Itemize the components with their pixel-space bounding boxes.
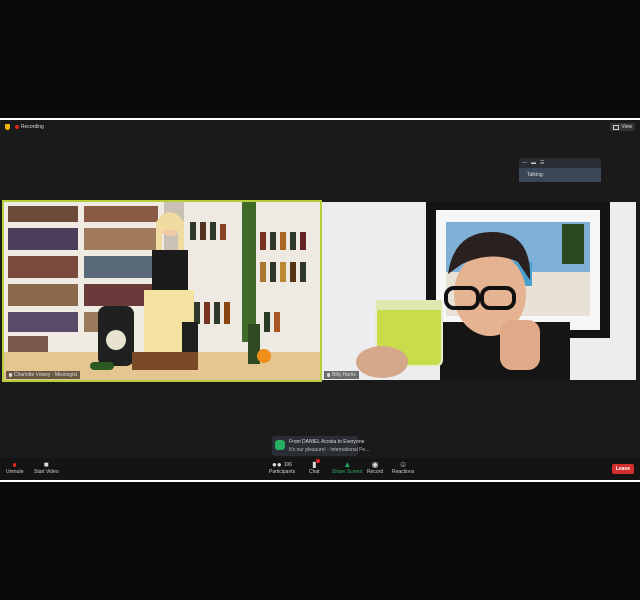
chat-label: Chat [309,469,320,475]
chat-notification[interactable]: From DANIEL Acosta to Everyone It's our … [272,436,369,456]
security-shield-icon[interactable] [5,124,10,130]
reactions-button[interactable]: ☺ Reactions [392,460,414,475]
reactions-icon: ☺ [399,460,408,469]
unmute-label: Unmute [6,469,24,475]
participants-button[interactable]: ●● 106 Participants [269,460,295,475]
participant-nametag: Charlotte Voisey - Mixologist [6,371,81,379]
chat-bubble-icon [275,440,285,450]
talking-indicator: Talking: [519,168,601,182]
video-feed-billy [322,202,636,380]
microphone-icon [327,373,330,377]
recording-dot-icon [15,125,19,129]
minimize-icon[interactable]: — [522,160,527,166]
participants-label: Participants [269,469,296,475]
restore-icon[interactable]: ▬ [531,160,536,166]
record-label: Record [367,469,384,475]
grid-view-icon [613,124,620,130]
leave-button[interactable]: Leave [611,464,634,474]
participants-icon: ●● 106 [272,460,293,469]
menu-icon[interactable]: ☰ [540,160,544,166]
participants-count: 106 [283,461,293,468]
reactions-label: Reactions [392,469,415,475]
video-tile-billy[interactable]: Billy Harris [322,202,636,380]
recording-label: Recording [21,124,44,130]
chat-sender: From DANIEL Acosta to Everyone [289,439,365,445]
talking-panel: — ▬ ☰ Talking: [519,158,601,182]
talking-label: Talking: [527,172,544,178]
start-video-label: Start Video [34,469,59,475]
participant-name: Charlotte Voisey - Mixologist [14,372,78,378]
zoom-meeting-window: Recording View — ▬ ☰ Talking: Charlotte … [0,120,640,480]
video-feed-charlotte [4,202,320,380]
camera-off-icon: ■ [43,460,49,469]
start-video-button[interactable]: ■ Start Video [34,460,59,475]
record-icon: ◉ [371,460,379,469]
share-screen-icon: ▲ [343,460,352,469]
record-button[interactable]: ◉ Record [367,460,383,475]
chat-button[interactable]: ▮ Chat [309,459,321,475]
unmute-button[interactable]: Unmute [6,460,24,475]
share-screen-button[interactable]: ▲ Share Screen [332,460,363,475]
view-label: View [621,124,632,130]
participant-nametag: Billy Harris [324,371,359,379]
chat-unread-badge [316,459,321,463]
microphone-muted-icon [13,460,17,469]
microphone-icon [9,373,12,377]
chat-message: It's our pleasure! - International Pe... [289,447,370,453]
meeting-toolbar: Unmute ■ Start Video ●● 106 Participants … [0,458,640,480]
letterbox-top [0,0,640,118]
letterbox-bottom [0,482,640,600]
participant-name: Billy Harris [332,372,356,378]
chat-icon: ▮ [312,459,321,469]
share-screen-label: Share Screen [332,469,363,475]
view-button[interactable]: View [610,123,635,131]
video-tile-charlotte[interactable]: Charlotte Voisey - Mixologist [2,200,322,382]
